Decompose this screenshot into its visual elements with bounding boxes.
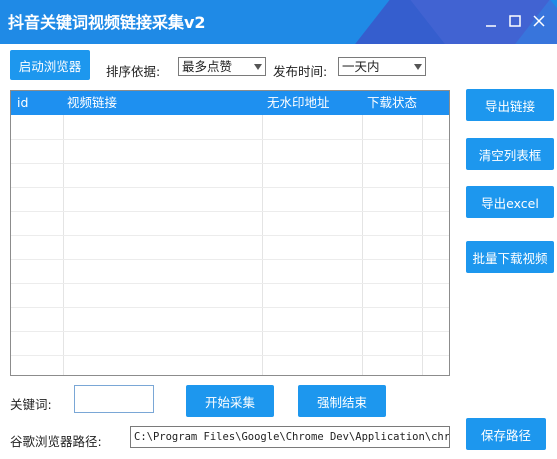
chevron-down-icon bbox=[254, 64, 262, 70]
launch-browser-button[interactable]: 启动浏览器 bbox=[10, 50, 90, 80]
time-select[interactable]: 一天内 bbox=[338, 57, 426, 76]
close-icon[interactable] bbox=[530, 12, 548, 30]
time-label: 发布时间: bbox=[273, 64, 328, 79]
clear-list-button[interactable]: 清空列表框 bbox=[466, 138, 554, 170]
chevron-down-icon bbox=[414, 64, 422, 70]
title-bar: 抖音关键词视频链接采集v2 bbox=[0, 0, 557, 44]
chrome-path-input[interactable]: C:\Program Files\Google\Chrome Dev\Appli… bbox=[130, 426, 450, 448]
column-header-no-watermark[interactable]: 无水印地址 bbox=[267, 91, 330, 115]
keyword-input[interactable] bbox=[74, 385, 154, 413]
chrome-path-label: 谷歌浏览器路径: bbox=[10, 434, 102, 449]
save-path-button[interactable]: 保存路径 bbox=[466, 418, 546, 450]
column-header-download-status[interactable]: 下载状态 bbox=[367, 91, 417, 115]
video-list-table[interactable]: id 视频链接 无水印地址 下载状态 bbox=[10, 90, 450, 376]
minimize-icon[interactable] bbox=[482, 12, 500, 30]
maximize-icon[interactable] bbox=[506, 12, 524, 30]
table-header: id 视频链接 无水印地址 下载状态 bbox=[11, 91, 449, 115]
column-header-video-link[interactable]: 视频链接 bbox=[67, 91, 117, 115]
start-collect-button[interactable]: 开始采集 bbox=[186, 385, 274, 417]
window-title: 抖音关键词视频链接采集v2 bbox=[8, 13, 206, 32]
force-stop-button[interactable]: 强制结束 bbox=[298, 385, 386, 417]
batch-download-button[interactable]: 批量下载视频 bbox=[466, 241, 554, 273]
sort-select-value: 最多点赞 bbox=[182, 59, 233, 74]
time-select-value: 一天内 bbox=[342, 59, 380, 74]
column-header-id[interactable]: id bbox=[17, 91, 28, 115]
keyword-label: 关键词: bbox=[10, 397, 52, 412]
sort-select[interactable]: 最多点赞 bbox=[178, 57, 266, 76]
export-excel-button[interactable]: 导出excel bbox=[466, 186, 554, 218]
sort-label: 排序依据: bbox=[106, 64, 161, 79]
export-links-button[interactable]: 导出链接 bbox=[466, 89, 554, 121]
